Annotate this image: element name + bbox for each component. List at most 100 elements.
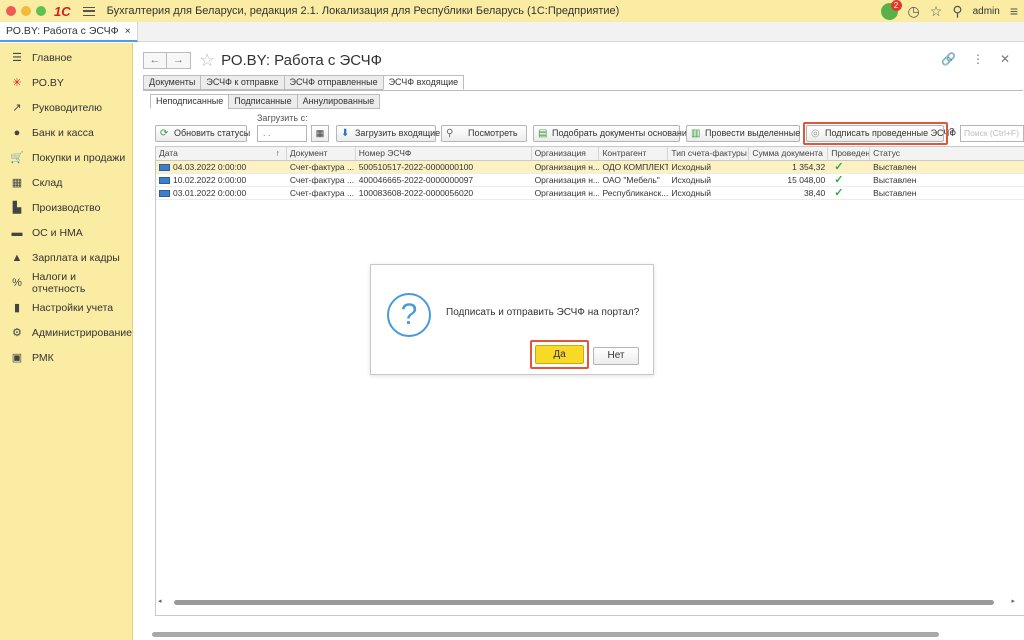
table-row[interactable]: 04.03.2022 0:00:00 Счет-фактура ... 5005… [156,161,1024,174]
column-header-date[interactable]: Дата ↑ [156,147,287,160]
cell-date: 03.01.2022 0:00:00 [156,187,287,199]
esf-table: Дата ↑ Документ Номер ЭСЧФ Организация Ко… [155,146,1024,616]
sidebar-item-label: Банк и касса [32,126,94,139]
column-header-organization[interactable]: Организация [532,147,600,160]
app-title: Бухгалтерия для Беларуси, редакция 2.1. … [106,5,620,17]
scroll-left-icon[interactable]: ◂ [158,597,162,605]
link-icon[interactable]: 🔗 [941,52,956,66]
column-header-number[interactable]: Номер ЭСЧФ [356,147,532,160]
scroll-right-icon[interactable]: ▸ [1011,597,1015,605]
scrollbar-thumb[interactable] [152,632,939,637]
favorite-star-icon[interactable]: ☆ [199,51,215,69]
table-horizontal-scrollbar[interactable]: ◂ ▸ [158,598,1015,606]
favorites-star-icon[interactable]: ☆ [930,2,943,20]
maximize-window-button[interactable] [36,6,46,16]
cell-contractor: Республиканск... [602,188,669,198]
column-header-sum[interactable]: Сумма документа [749,147,829,160]
book-icon: ▮ [13,302,21,314]
sidebar-item-purchases-sales[interactable]: 🛒 Покупки и продажи [0,145,132,170]
page-title: РО.BY: Работа с ЭСЧФ [221,51,383,69]
confirm-dialog: ? Подписать и отправить ЭСЧФ на портал? … [370,264,654,375]
search-input[interactable]: Поиск (Ctrl+F) [960,125,1024,142]
sidebar-item-administration[interactable]: ⚙ Администрирование [0,320,132,345]
cell-number: 500510517-2022-0000000100 [358,162,474,172]
tab-esf-to-send[interactable]: ЭСЧФ к отправке [200,75,284,90]
table-row[interactable]: 10.02.2022 0:00:00 Счет-фактура ... 4000… [156,174,1024,187]
column-header-invoice-type[interactable]: Тип счета-фактуры [668,147,750,160]
column-header-posted[interactable]: Проведен [828,147,871,160]
cell-organization: Организация н... [534,162,600,172]
sidebar-item-salary[interactable]: ▲ Зарплата и кадры [0,245,132,270]
sidebar-item-accounting-settings[interactable]: ▮ Настройки учета [0,295,132,320]
cell-invoice-type: Исходный [671,175,711,185]
view-button[interactable]: ⚲ Посмотреть [441,125,527,142]
close-icon[interactable]: ✕ [1000,52,1010,66]
cell-date: 04.03.2022 0:00:00 [156,161,287,173]
user-name[interactable]: admin [973,6,1000,17]
yes-button[interactable]: Да [535,345,584,364]
sidebar-item-label: Покупки и продажи [32,151,126,164]
tab-cancelled[interactable]: Аннулированные [296,94,381,109]
open-tab-esf[interactable]: РО.BY: Работа с ЭСЧФ × [0,22,138,42]
forward-button[interactable]: → [167,51,191,69]
settings-menu-icon[interactable]: ≡ [1010,2,1018,20]
refresh-icon: ⟳ [160,128,169,139]
open-windows-bar: РО.BY: Работа с ЭСЧФ × [0,22,1024,42]
sidebar-item-fixed-assets[interactable]: ▬ ОС и НМА [0,220,132,245]
help-button[interactable]: ? [949,127,955,138]
sub-tabs: Неподписанные Подписанные Аннулированные [150,94,381,109]
tab-unsigned[interactable]: Неподписанные [150,94,229,109]
close-window-button[interactable] [6,6,16,16]
pick-base-documents-button[interactable]: ▤ Подобрать документы основания [533,125,692,142]
back-button[interactable]: ← [143,51,167,69]
column-header-status[interactable]: Статус [870,147,1024,160]
window-horizontal-scrollbar[interactable] [152,632,1022,638]
column-header-document[interactable]: Документ [287,147,356,160]
load-incoming-button[interactable]: ⬇ Загрузить входящие [336,125,440,142]
load-from-date-input[interactable]: . . [257,125,307,142]
no-button[interactable]: Нет [593,347,639,365]
tab-esf-sent[interactable]: ЭСЧФ отправленные [283,75,383,90]
sidebar-item-taxes[interactable]: % Налоги и отчетность [0,270,132,295]
post-selected-button[interactable]: ▥ Провести выделенные [686,125,800,142]
more-actions-icon[interactable]: ⋮ [972,52,984,66]
main-menu-icon[interactable] [82,6,95,16]
sections-sidebar: ☰ Главное ✳ РО.BY ↗ Руководителю ● Банк и ка… [0,43,133,640]
sidebar-item-manager[interactable]: ↗ Руководителю [0,95,132,120]
calendar-icon[interactable]: ▦ [311,125,329,142]
sidebar-item-warehouse[interactable]: ▦ Склад [0,170,132,195]
factory-icon: ▙ [12,202,22,214]
sidebar-item-label: РО.BY [32,76,64,89]
yes-button-highlight: Да [530,340,589,369]
cell-document: Счет-фактура ... [289,188,355,198]
sort-ascending-icon: ↑ [275,148,280,158]
table-row[interactable]: 03.01.2022 0:00:00 Счет-фактура ... 1000… [156,187,1024,200]
magnifier-icon: ⚲ [446,128,454,139]
minimize-window-button[interactable] [21,6,31,16]
pick-documents-icon: ▤ [538,128,548,139]
truck-icon: ▬ [11,226,23,239]
cell-organization: Организация н... [534,188,600,198]
download-icon: ⬇ [341,128,350,139]
sidebar-item-roby[interactable]: ✳ РО.BY [0,70,132,95]
cell-date: 10.02.2022 0:00:00 [156,174,287,186]
scrollbar-thumb[interactable] [174,600,994,605]
tab-documents[interactable]: Документы [143,75,201,90]
main-tabs: Документы ЭСЧФ к отправке ЭСЧФ отправлен… [143,75,465,90]
sidebar-item-main[interactable]: ☰ Главное [0,45,132,70]
warehouse-icon: ▦ [11,177,23,189]
refresh-statuses-button[interactable]: ⟳ Обновить статусы [155,125,250,142]
sidebar-item-bank[interactable]: ● Банк и касса [0,120,132,145]
column-header-contractor[interactable]: Контрагент [599,147,669,160]
notifications-icon[interactable]: 2 [880,0,902,20]
cell-contractor: ОАО "Мебель" [602,175,660,185]
history-icon[interactable]: ◷ [908,2,920,20]
tab-esf-incoming[interactable]: ЭСЧФ входящие [382,75,465,90]
document-icon [159,177,170,184]
close-tab-icon[interactable]: × [125,22,131,40]
search-icon[interactable]: ⚲ [952,2,962,20]
sidebar-item-rmk[interactable]: ▣ РМК [0,345,132,370]
table-header: Дата ↑ Документ Номер ЭСЧФ Организация Ко… [156,147,1024,161]
sidebar-item-production[interactable]: ▙ Производство [0,195,132,220]
tab-signed[interactable]: Подписанные [228,94,297,109]
